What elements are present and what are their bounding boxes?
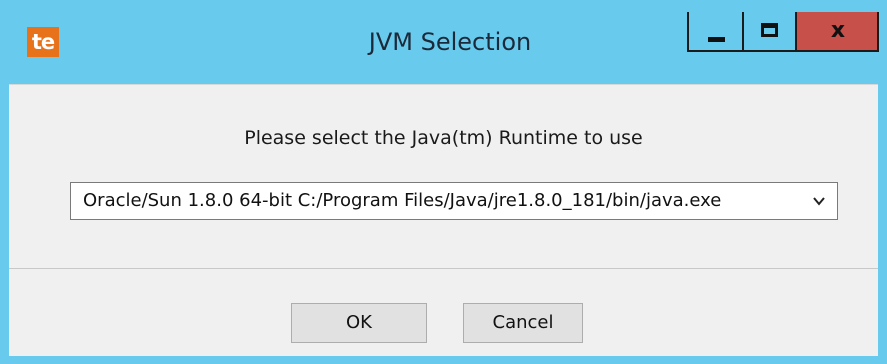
close-icon: x — [830, 18, 846, 43]
minimize-icon — [708, 37, 725, 42]
divider — [9, 268, 878, 269]
prompt-label: Please select the Java(tm) Runtime to us… — [244, 127, 643, 149]
chevron-down-icon[interactable] — [811, 193, 827, 209]
title-bar[interactable]: te JVM Selection x — [0, 0, 887, 84]
minimize-button[interactable] — [687, 12, 742, 52]
maximize-icon — [761, 23, 778, 37]
app-logo-icon: te — [27, 27, 59, 57]
close-button[interactable]: x — [797, 12, 879, 52]
jvm-selection-window: te JVM Selection x Please select the Jav… — [0, 0, 887, 364]
ok-button[interactable]: OK — [291, 303, 427, 343]
cancel-button[interactable]: Cancel — [463, 303, 583, 343]
window-title: JVM Selection — [368, 28, 532, 56]
dialog-body: Please select the Java(tm) Runtime to us… — [9, 84, 878, 356]
maximize-button[interactable] — [742, 12, 797, 52]
jvm-runtime-selected-value: Oracle/Sun 1.8.0 64-bit C:/Program Files… — [83, 190, 722, 211]
jvm-runtime-select[interactable]: Oracle/Sun 1.8.0 64-bit C:/Program Files… — [70, 182, 838, 220]
